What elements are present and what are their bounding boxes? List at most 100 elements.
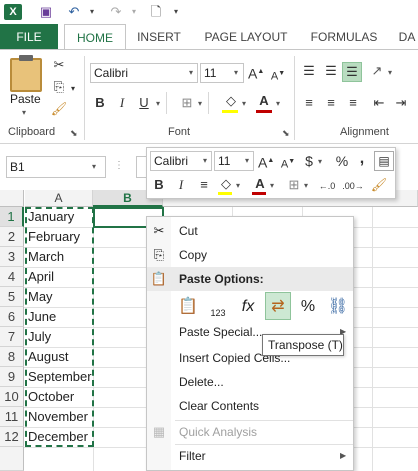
divider [84, 56, 85, 140]
row-header[interactable]: 12 [0, 427, 24, 447]
row-header[interactable]: 7 [0, 327, 24, 347]
mini-fill-dropdown-icon[interactable]: ▾ [236, 181, 240, 190]
italic-button[interactable]: I [114, 94, 130, 112]
row-header[interactable]: 9 [0, 367, 24, 387]
undo-icon[interactable]: ↶ [66, 4, 82, 20]
grow-font-icon[interactable]: A▲ [248, 63, 264, 83]
paste-link-icon[interactable]: ⛓ [325, 292, 351, 320]
divider [208, 92, 209, 114]
align-right-icon[interactable]: ≡ [344, 94, 362, 112]
redo-dropdown-icon[interactable]: ▾ [126, 4, 142, 20]
paste-transpose-icon[interactable]: ⇄ [265, 292, 291, 320]
menu-item-clear-contents[interactable]: Clear Contents [147, 394, 353, 418]
mini-comma-button[interactable]: , [356, 150, 368, 168]
middle-align-icon[interactable]: ☰ [322, 62, 340, 80]
font-launcher-icon[interactable]: ⬊ [282, 128, 290, 139]
font-name-dropdown-icon[interactable]: ▾ [189, 68, 193, 77]
copy-icon[interactable]: ⎘ [50, 78, 68, 96]
row-header[interactable]: 6 [0, 307, 24, 327]
mini-currency-dropdown-icon[interactable]: ▾ [318, 157, 322, 166]
mini-fill-color-icon[interactable]: ◇ [218, 175, 234, 193]
fill-color-icon[interactable]: ◇ [222, 92, 240, 110]
menu-item-copy[interactable]: Copy [147, 243, 353, 267]
mini-borders-dropdown-icon[interactable]: ▾ [304, 181, 308, 190]
paste-icon[interactable] [10, 58, 42, 92]
redo-icon[interactable]: ↷ [108, 4, 124, 20]
row-header[interactable]: 3 [0, 247, 24, 267]
menu-item-delete[interactable]: Delete... [147, 370, 353, 394]
mini-font-color-icon[interactable]: A [252, 175, 268, 193]
font-color-dropdown-icon[interactable]: ▾ [276, 99, 280, 108]
undo-dropdown-icon[interactable]: ▾ [84, 4, 100, 20]
bottom-align-icon[interactable]: ☰ [342, 62, 362, 82]
save-icon[interactable]: ▣ [38, 4, 54, 20]
clipboard-launcher-icon[interactable]: ⬊ [70, 128, 78, 139]
mini-bold-button[interactable]: B [152, 176, 166, 194]
mini-grow-font-icon[interactable]: A▲ [258, 152, 274, 171]
borders-dropdown-icon[interactable]: ▾ [198, 99, 202, 108]
fill-color-dropdown-icon[interactable]: ▾ [242, 99, 246, 108]
name-box[interactable]: B1 [6, 156, 106, 178]
font-color-icon[interactable]: A [256, 92, 272, 110]
row-header[interactable]: 8 [0, 347, 24, 367]
mini-size-dropdown-icon[interactable]: ▾ [245, 156, 249, 165]
row-header[interactable]: 10 [0, 387, 24, 407]
bold-button[interactable]: B [92, 94, 108, 112]
mini-format-table-icon[interactable]: ▤ [374, 151, 394, 171]
paste-values-icon[interactable]: 123 [205, 292, 231, 320]
tab-insert[interactable]: INSERT [130, 24, 188, 50]
tab-data[interactable]: DA [396, 24, 418, 50]
increase-indent-icon[interactable]: ⇥ [392, 94, 410, 112]
preview-icon[interactable]: 🗋 [148, 4, 164, 20]
mini-font-color-dropdown-icon[interactable]: ▾ [270, 181, 274, 190]
format-painter-icon[interactable]: 🖌 [50, 100, 68, 118]
align-left-icon[interactable]: ≡ [300, 94, 318, 112]
copy-dropdown-icon[interactable]: ▾ [68, 80, 78, 96]
font-name-box[interactable]: Calibri [90, 63, 198, 83]
top-align-icon[interactable]: ☰ [300, 62, 318, 80]
borders-icon[interactable]: ⊞ [178, 94, 196, 112]
mini-decrease-decimal-icon[interactable]: .00→ [342, 177, 364, 195]
tab-home[interactable]: HOME [64, 24, 126, 50]
mini-italic-button[interactable]: I [174, 176, 188, 194]
name-box-dropdown-icon[interactable]: ▾ [92, 162, 96, 171]
mini-font-dropdown-icon[interactable]: ▾ [203, 156, 207, 165]
shrink-font-icon[interactable]: A▼ [270, 65, 286, 83]
mini-shrink-font-icon[interactable]: A▼ [280, 153, 296, 171]
mini-increase-decimal-icon[interactable]: ←.0 [316, 177, 338, 195]
decrease-indent-icon[interactable]: ⇤ [370, 94, 388, 112]
mini-format-painter-icon[interactable]: 🖌 [370, 176, 388, 194]
align-center-icon[interactable]: ≡ [322, 94, 340, 112]
mini-percent-button[interactable]: % [334, 152, 350, 170]
paste-formatting-icon[interactable]: % [295, 292, 321, 320]
underline-dropdown-icon[interactable]: ▾ [156, 99, 160, 108]
row-header[interactable]: 4 [0, 267, 24, 287]
orientation-dropdown-icon[interactable]: ▾ [388, 68, 392, 77]
paste-icon[interactable]: 📋 [175, 292, 201, 320]
paste-button-label[interactable]: Paste [10, 92, 44, 106]
menu-item-cut[interactable]: Cut [147, 219, 353, 243]
row-header[interactable]: 5 [0, 287, 24, 307]
menu-item-filter[interactable]: Filter [147, 444, 353, 468]
select-all-corner[interactable] [0, 190, 24, 207]
mini-currency-button[interactable]: $ [302, 152, 316, 170]
formula-bar-dots-icon: ⋮ [114, 160, 124, 171]
orientation-icon[interactable]: ↗ [368, 62, 386, 80]
row-header-blank [0, 447, 24, 471]
row-header[interactable]: 1 [0, 207, 24, 227]
row-header[interactable]: 2 [0, 227, 24, 247]
mini-align-center-icon[interactable]: ≡ [196, 176, 212, 194]
tab-formulas[interactable]: FORMULAS [304, 24, 384, 50]
row-header[interactable]: 11 [0, 407, 24, 427]
cut-icon[interactable]: ✂ [50, 56, 68, 74]
underline-button[interactable]: U [136, 94, 152, 112]
paste-formulas-icon[interactable]: fx [235, 292, 261, 320]
paste-options-icon: 📋 [150, 271, 168, 286]
tab-page-layout[interactable]: PAGE LAYOUT [196, 24, 296, 50]
tab-file[interactable]: FILE [0, 24, 58, 50]
paste-dropdown-icon[interactable]: ▾ [22, 108, 26, 117]
font-size-dropdown-icon[interactable]: ▾ [234, 68, 238, 77]
mini-borders-icon[interactable]: ⊞ [286, 176, 302, 194]
customize-qat-icon[interactable]: ▾ [168, 4, 184, 20]
column-header-a[interactable]: A [25, 190, 93, 207]
